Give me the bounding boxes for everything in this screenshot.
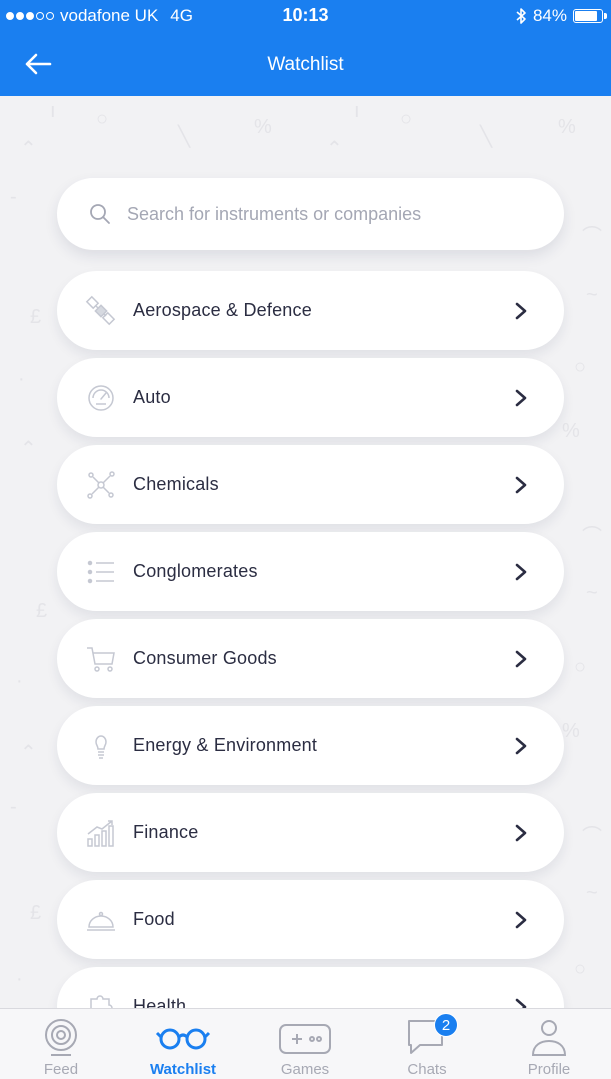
growth-chart-icon [87, 820, 114, 847]
gamepad-icon [279, 1024, 331, 1054]
chevron-right-icon [515, 737, 527, 755]
category-label: Chemicals [133, 474, 219, 494]
carrier-name: vodafone UK [60, 6, 159, 25]
category-item-conglomerates[interactable]: Conglomerates [57, 532, 564, 611]
tab-label: Profile [527, 1061, 571, 1078]
category-item-chemicals[interactable]: Chemicals [57, 445, 564, 524]
chevron-right-icon [515, 389, 527, 407]
bluetooth-icon [516, 8, 526, 24]
chevron-right-icon [515, 911, 527, 929]
category-item-auto[interactable]: Auto [57, 358, 564, 437]
category-label: Conglomerates [133, 561, 258, 581]
chevron-right-icon [515, 824, 527, 842]
chevron-right-icon [515, 650, 527, 668]
back-arrow-icon [25, 53, 52, 75]
battery-fill [575, 11, 597, 21]
category-item-consumer-goods[interactable]: Consumer Goods [57, 619, 564, 698]
lightbulb-icon [95, 735, 107, 759]
nav-bar: Watchlist [0, 32, 611, 96]
feed-icon [45, 1019, 77, 1056]
tab-label: Chats [407, 1061, 447, 1078]
tab-watchlist[interactable]: Watchlist [122, 1009, 244, 1079]
category-label: Consumer Goods [133, 648, 277, 668]
person-icon [531, 1020, 567, 1056]
search-bar[interactable] [57, 178, 564, 250]
search-icon [90, 204, 110, 224]
network-type: 4G [170, 6, 193, 25]
search-input[interactable] [127, 203, 527, 225]
tab-label: Watchlist [149, 1061, 217, 1078]
category-label: Aerospace & Defence [133, 300, 312, 320]
tab-profile[interactable]: Profile [488, 1009, 610, 1079]
tab-chats[interactable]: 2 Chats [366, 1009, 488, 1079]
tab-label: Games [280, 1061, 330, 1078]
category-label: Energy & Environment [133, 735, 318, 755]
glasses-icon [155, 1028, 211, 1050]
chevron-right-icon [515, 563, 527, 581]
tab-label: Feed [43, 1061, 79, 1078]
status-left: vodafone UK 4G [6, 6, 193, 26]
cloche-icon [87, 911, 115, 931]
tab-bar: Feed Watchlist Games 2 Chats Profile [0, 1008, 611, 1079]
category-item-energy-environment[interactable]: Energy & Environment [57, 706, 564, 785]
category-label: Finance [133, 822, 199, 842]
category-label: Auto [133, 387, 171, 407]
chats-badge: 2 [434, 1013, 458, 1037]
battery-icon [573, 9, 607, 23]
molecule-icon [87, 471, 115, 499]
app-header: vodafone UK 4G 10:13 84% Watchlist [0, 0, 611, 96]
category-label: Food [133, 909, 175, 929]
back-button[interactable] [24, 46, 68, 82]
tab-feed[interactable]: Feed [0, 1009, 122, 1079]
category-item-aerospace-defence[interactable]: Aerospace & Defence [57, 271, 564, 350]
page-title: Watchlist [267, 54, 344, 75]
status-right: 84% [515, 6, 607, 26]
category-item-finance[interactable]: Finance [57, 793, 564, 872]
shopping-cart-icon [87, 647, 115, 672]
satellite-icon [85, 295, 116, 326]
battery-percent: 84% [532, 6, 567, 25]
chevron-right-icon [515, 302, 527, 320]
category-item-food[interactable]: Food [57, 880, 564, 959]
chevron-right-icon [515, 476, 527, 494]
tab-games[interactable]: Games [244, 1009, 366, 1079]
speedometer-icon [88, 385, 114, 411]
bullet-list-icon [87, 560, 114, 584]
signal-strength-icon [6, 12, 54, 20]
status-bar: vodafone UK 4G 10:13 84% [0, 0, 611, 32]
